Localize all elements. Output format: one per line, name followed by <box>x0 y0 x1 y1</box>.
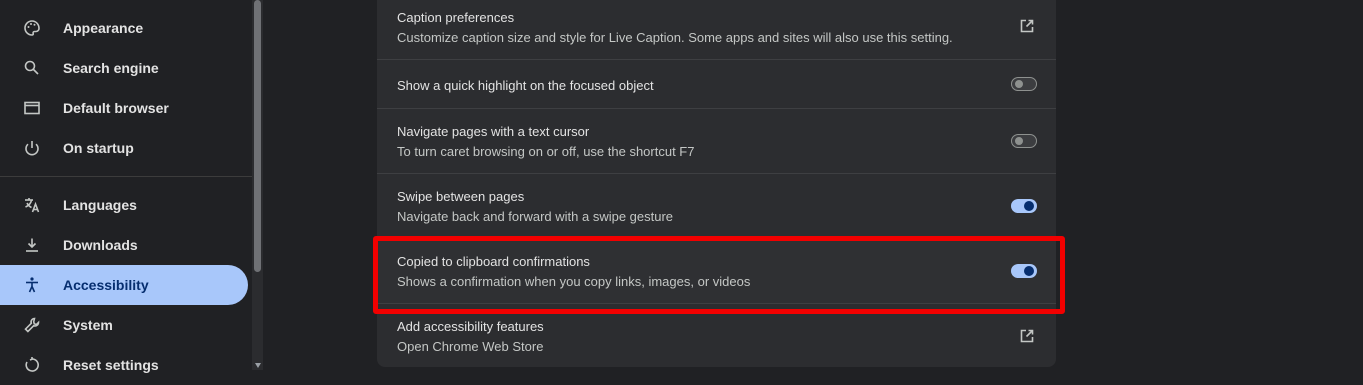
setting-title: Swipe between pages <box>397 189 525 204</box>
sidebar-item-label: Appearance <box>63 20 144 36</box>
setting-title: Caption preferences <box>397 10 515 25</box>
browser-window-icon <box>22 98 42 118</box>
search-icon <box>22 58 42 78</box>
sidebar-item-label: Accessibility <box>63 277 149 293</box>
sidebar-item-default-browser[interactable]: Default browser <box>0 88 248 128</box>
palette-icon <box>22 18 42 38</box>
scrollbar-thumb[interactable] <box>254 0 261 272</box>
accessibility-settings-card: Caption preferences Customize caption si… <box>377 0 1056 367</box>
sidebar-item-system[interactable]: System <box>0 305 248 345</box>
sidebar-item-search-engine[interactable]: Search engine <box>0 48 248 88</box>
quick-highlight-toggle[interactable] <box>1011 77 1037 91</box>
external-link-icon[interactable] <box>1019 328 1037 346</box>
swipe-between-pages-toggle[interactable] <box>1011 199 1037 213</box>
scroll-down-arrow-icon[interactable] <box>255 363 261 368</box>
setting-row-quick-highlight[interactable]: Show a quick highlight on the focused ob… <box>377 59 1056 108</box>
sidebar-item-reset-settings[interactable]: Reset settings <box>0 345 248 385</box>
setting-title: Show a quick highlight on the focused ob… <box>397 78 654 93</box>
setting-subtitle: To turn caret browsing on or off, use th… <box>397 144 695 159</box>
setting-row-add-accessibility-features[interactable]: Add accessibility features Open Chrome W… <box>377 303 1056 368</box>
sidebar-item-label: Downloads <box>63 237 138 253</box>
external-link-icon[interactable] <box>1019 18 1037 36</box>
translate-icon <box>22 195 42 215</box>
reset-icon <box>22 355 42 375</box>
setting-title: Navigate pages with a text cursor <box>397 124 590 139</box>
sidebar-item-label: Languages <box>63 197 137 213</box>
toggle-knob <box>1024 201 1034 211</box>
sidebar-item-label: On startup <box>63 140 134 156</box>
sidebar-item-languages[interactable]: Languages <box>0 185 248 225</box>
caret-browsing-toggle[interactable] <box>1011 134 1037 148</box>
sidebar-item-label: Search engine <box>63 60 159 76</box>
sidebar-scrollbar[interactable] <box>252 0 263 370</box>
accessibility-icon <box>22 275 42 295</box>
download-icon <box>22 235 42 255</box>
sidebar-item-downloads[interactable]: Downloads <box>0 225 248 265</box>
power-icon <box>22 138 42 158</box>
sidebar-item-accessibility[interactable]: Accessibility <box>0 265 248 305</box>
clipboard-confirmations-toggle[interactable] <box>1011 264 1037 278</box>
sidebar-item-label: System <box>63 317 113 333</box>
setting-row-caret-browsing[interactable]: Navigate pages with a text cursor To tur… <box>377 108 1056 173</box>
setting-subtitle: Navigate back and forward with a swipe g… <box>397 209 674 224</box>
toggle-knob <box>1015 80 1023 88</box>
sidebar-item-label: Default browser <box>63 100 169 116</box>
settings-sidebar: Appearance Search engine Default browser… <box>0 0 252 373</box>
wrench-icon <box>22 315 42 335</box>
sidebar-item-appearance[interactable]: Appearance <box>0 8 248 48</box>
toggle-knob <box>1015 137 1023 145</box>
sidebar-item-label: Reset settings <box>63 357 159 373</box>
setting-title: Add accessibility features <box>397 319 544 334</box>
sidebar-divider <box>0 176 252 177</box>
setting-subtitle: Open Chrome Web Store <box>397 339 544 354</box>
sidebar-item-on-startup[interactable]: On startup <box>0 128 248 168</box>
setting-title: Copied to clipboard confirmations <box>397 254 590 269</box>
setting-row-caption-preferences[interactable]: Caption preferences Customize caption si… <box>377 0 1056 45</box>
setting-subtitle: Customize caption size and style for Liv… <box>397 30 953 45</box>
setting-row-clipboard-confirmations[interactable]: Copied to clipboard confirmations Shows … <box>377 238 1056 303</box>
setting-row-swipe-between-pages[interactable]: Swipe between pages Navigate back and fo… <box>377 173 1056 238</box>
toggle-knob <box>1024 266 1034 276</box>
setting-subtitle: Shows a confirmation when you copy links… <box>397 274 751 289</box>
